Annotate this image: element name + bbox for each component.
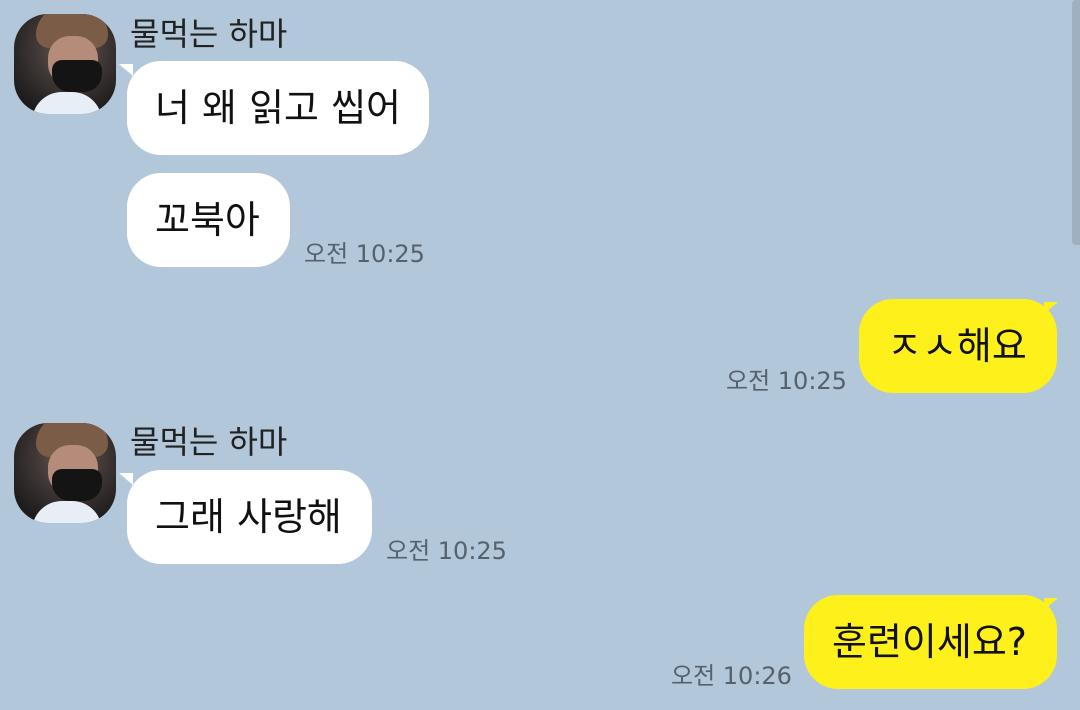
message-bubble[interactable]: 너 왜 읽고 씹어 [127,61,429,155]
message-timestamp: 오전 10:26 [671,662,792,690]
message-bubble[interactable]: ㅈㅅ해요 [859,299,1057,393]
message-timestamp: 오전 10:25 [726,367,847,395]
message-timestamp: 오전 10:25 [386,537,507,565]
message-timestamp: 오전 10:25 [304,240,425,268]
avatar[interactable] [14,423,116,523]
sender-name: 물먹는 하마 [130,423,288,461]
avatar[interactable] [14,14,116,114]
message-bubble[interactable]: 그래 사랑해 [127,470,372,564]
message-bubble[interactable]: 꼬북아 [127,173,290,267]
sender-name: 물먹는 하마 [130,15,288,53]
message-bubble[interactable]: 훈련이세요? [804,595,1057,689]
scrollbar[interactable] [1072,0,1080,245]
